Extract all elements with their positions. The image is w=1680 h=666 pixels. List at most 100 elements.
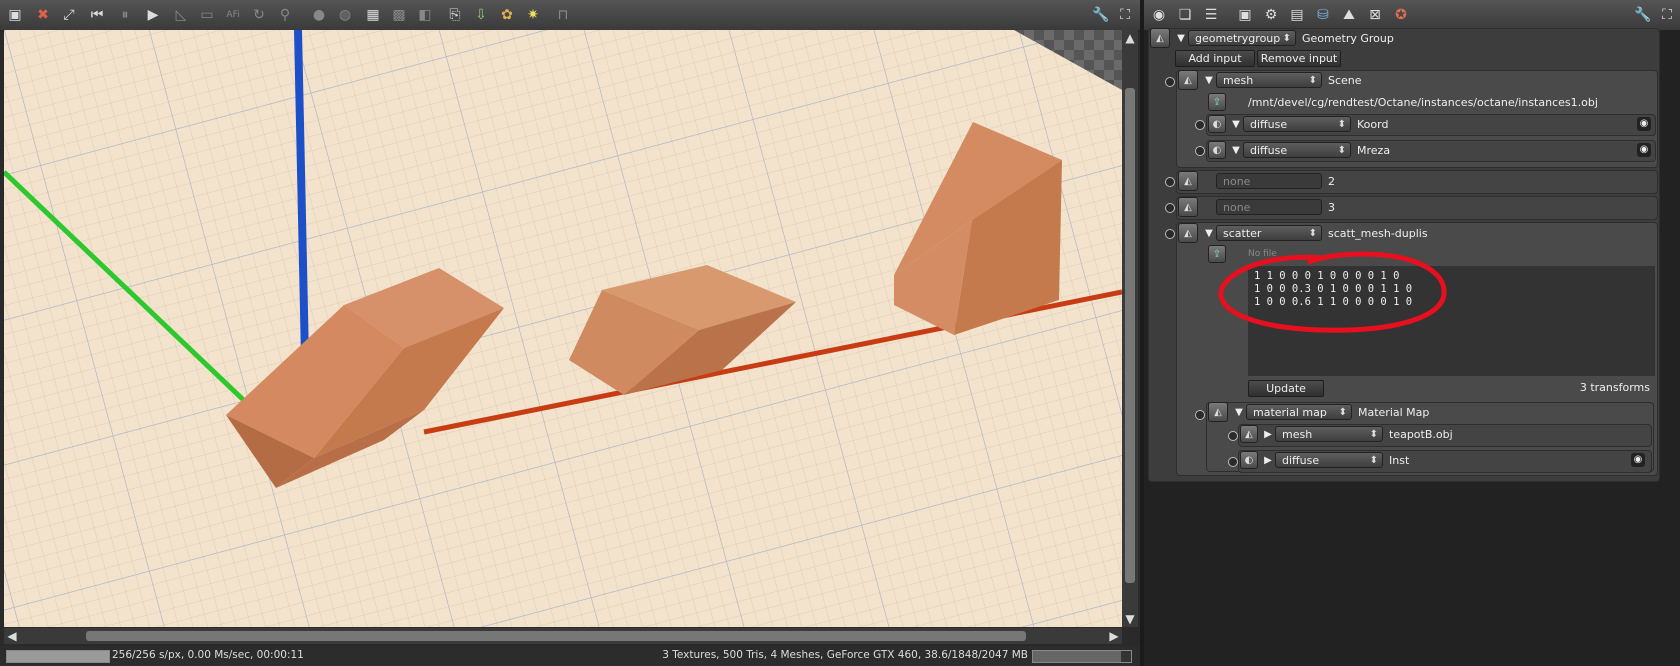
play-render-icon[interactable]: ▶	[142, 4, 164, 26]
database-icon[interactable]: ⛁	[1312, 4, 1334, 26]
checker-alt-icon[interactable]: ▩	[388, 4, 410, 26]
scroll-left-icon[interactable]: ◀	[4, 628, 20, 644]
stop-render-icon[interactable]: ✖	[32, 4, 54, 26]
mesh-row: ◭ ▶ mesh teapotB.obj	[1240, 424, 1453, 444]
collapse-icon[interactable]: ▼	[1174, 33, 1188, 44]
input-pin[interactable]	[1228, 431, 1238, 441]
node-type-select[interactable]: diffuse	[1243, 116, 1351, 133]
wrench-icon[interactable]: 🔧	[1090, 4, 1112, 26]
input-pin[interactable]	[1165, 77, 1175, 87]
save-icon[interactable]: ⇩	[470, 4, 492, 26]
node-type-select[interactable]: diffuse	[1275, 452, 1383, 469]
scroll-down-icon[interactable]: ▼	[1122, 611, 1138, 627]
measure-icon[interactable]: ◺	[170, 4, 192, 26]
scatter-node-header: ◭ ▼ scatter scatt_mesh-duplis	[1178, 223, 1428, 243]
film-icon[interactable]: ▤	[1286, 4, 1308, 26]
horizontal-scroll-thumb[interactable]	[86, 631, 1026, 641]
node-type-select[interactable]: none	[1216, 173, 1322, 189]
node-type-select[interactable]: mesh	[1275, 426, 1383, 443]
autofocus-icon[interactable]: AFi	[222, 4, 244, 26]
node-type-select[interactable]: none	[1216, 199, 1322, 215]
collapse-icon[interactable]: ▼	[1229, 119, 1243, 130]
texture-icon[interactable]: ⊠	[1364, 4, 1386, 26]
material-pin[interactable]	[1195, 146, 1205, 156]
stack-icon[interactable]: ❏	[1174, 4, 1196, 26]
expand-icon[interactable]: ▶	[1261, 429, 1275, 440]
shader-icon[interactable]: ✪	[1390, 4, 1412, 26]
node-title: Koord	[1357, 117, 1389, 131]
mesh-node-header: ◭ ▼ mesh Scene	[1178, 70, 1362, 90]
list-icon[interactable]: ☰	[1200, 4, 1222, 26]
input-pin[interactable]	[1228, 457, 1238, 467]
node-type-select[interactable]: geometrygroup	[1188, 30, 1296, 47]
node-title: teapotB.obj	[1389, 427, 1453, 441]
viewport-toolbar: ▣ ✖ ⤢ ⏮ ⏸ ▶ ◺ ▭ AFi ↻ ⚲ ● ◍ ▦ ▩ ◧ ⎘ ⇩ ✿ …	[0, 0, 1140, 31]
node-type-select[interactable]: mesh	[1216, 72, 1322, 89]
sphere-icon[interactable]: ●	[308, 4, 330, 26]
scroll-up-icon[interactable]: ▲	[1122, 30, 1138, 46]
mesh-node-icon: ◭	[1240, 425, 1258, 443]
material-map-icon: ◭	[1208, 402, 1228, 422]
maximize-icon[interactable]: ⛶	[1656, 4, 1678, 26]
input-label: 3	[1328, 200, 1335, 214]
checker-icon[interactable]: ▦	[362, 4, 384, 26]
node-title: scatt_mesh-duplis	[1328, 226, 1428, 240]
pick-icon[interactable]: ⚲	[274, 4, 296, 26]
add-input-button[interactable]: Add input	[1175, 50, 1255, 67]
scatter-node-icon: ◭	[1178, 223, 1198, 243]
copy-icon[interactable]: ⎘	[444, 4, 466, 26]
node-type-select[interactable]: diffuse	[1243, 142, 1351, 159]
image-node-icon[interactable]: ▣	[1234, 4, 1256, 26]
load-file-icon[interactable]: ⇪	[1208, 93, 1226, 111]
horizontal-scrollbar[interactable]: ◀ ▶	[4, 628, 1122, 644]
eye-icon[interactable]: ◉	[1631, 453, 1645, 467]
node-type-select[interactable]: scatter	[1216, 225, 1322, 242]
pause-render-icon[interactable]: ⏸	[114, 4, 136, 26]
material-map-header: ◭ ▼ material map Material Map	[1208, 402, 1429, 422]
material-row: ◐ ▼ diffuse Mreza	[1208, 140, 1390, 160]
collapse-icon[interactable]: ▼	[1202, 75, 1216, 86]
render-viewport-pane: ▣ ✖ ⤢ ⏮ ⏸ ▶ ◺ ▭ AFi ↻ ⚲ ● ◍ ▦ ▩ ◧ ⎘ ⇩ ✿ …	[0, 0, 1140, 666]
camera-node-icon[interactable]: ◉	[1148, 4, 1170, 26]
input-pin[interactable]	[1165, 203, 1175, 213]
input-label: 2	[1328, 174, 1335, 188]
diffuse-material-icon: ◐	[1240, 451, 1258, 469]
expand-icon[interactable]: ▶	[1261, 455, 1275, 466]
collapse-icon[interactable]: ▼	[1202, 228, 1216, 239]
remove-input-button[interactable]: Remove input	[1257, 50, 1341, 67]
material-pin[interactable]	[1195, 120, 1205, 130]
node-title: Mreza	[1357, 143, 1391, 157]
collapse-icon[interactable]: ▼	[1229, 145, 1243, 156]
material-row: ◐ ▶ diffuse Inst	[1240, 450, 1409, 470]
update-button[interactable]: Update	[1248, 380, 1324, 397]
eye-icon[interactable]: ◉	[1637, 143, 1651, 157]
red-annotation-circle	[1218, 251, 1447, 333]
picture-icon[interactable]: ⛰	[1338, 4, 1360, 26]
render-window-icon[interactable]: ▣	[4, 4, 26, 26]
node-type-select[interactable]: material map	[1246, 404, 1352, 421]
input-pin[interactable]	[1165, 177, 1175, 187]
vertical-scroll-thumb[interactable]	[1125, 88, 1135, 583]
palette-icon[interactable]: ✿	[496, 4, 518, 26]
rotate-icon[interactable]: ↻	[248, 4, 270, 26]
material-node-icon[interactable]: ⚙	[1260, 4, 1282, 26]
eye-icon[interactable]: ◉	[1637, 117, 1651, 131]
input-pin[interactable]	[1195, 410, 1205, 420]
settings-wrench-icon[interactable]: 🔧	[1632, 4, 1654, 26]
vertical-scrollbar[interactable]: ▲ ▼	[1122, 30, 1138, 627]
light-icon[interactable]: ✷	[522, 4, 544, 26]
fit-view-icon[interactable]: ⤢	[58, 4, 80, 26]
diffuse-material-icon: ◐	[1208, 141, 1226, 159]
scroll-right-icon[interactable]: ▶	[1106, 628, 1122, 644]
render-view[interactable]	[4, 30, 1122, 627]
restart-render-icon[interactable]: ⏮	[86, 4, 108, 26]
node-title: Inst	[1389, 453, 1410, 467]
input-pin[interactable]	[1165, 229, 1175, 239]
monitor-icon[interactable]: ▭	[196, 4, 218, 26]
fullscreen-icon[interactable]: ⛶	[1114, 4, 1136, 26]
lock-icon[interactable]: ⊓	[552, 4, 574, 26]
sphere-alt-icon[interactable]: ◍	[334, 4, 356, 26]
status-bar: 256/256 s/px, 0.00 Ms/sec, 00:00:11 3 Te…	[0, 646, 1140, 666]
region-icon[interactable]: ◧	[414, 4, 436, 26]
collapse-icon[interactable]: ▼	[1232, 407, 1246, 418]
